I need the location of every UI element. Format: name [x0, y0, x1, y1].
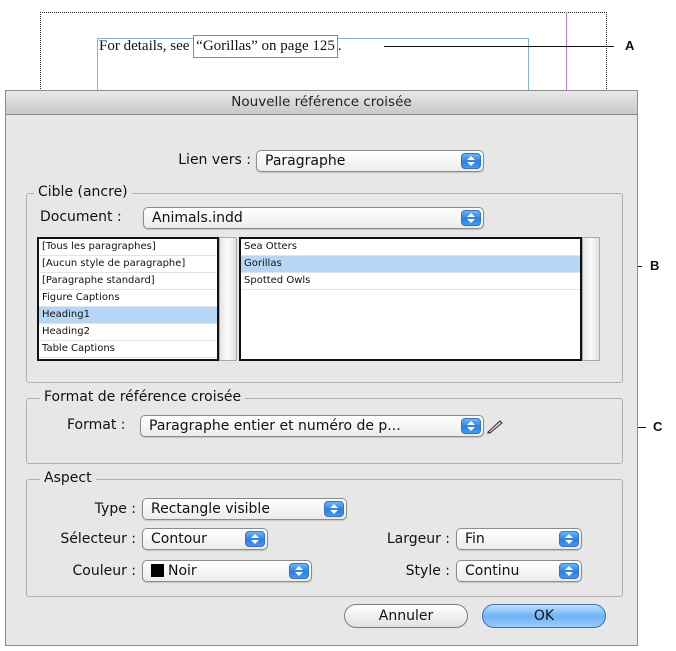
- document-popup[interactable]: Animals.indd: [143, 207, 484, 229]
- list-item[interactable]: [Aucun style de paragraphe]: [39, 256, 217, 273]
- document-preview: For details, see “Gorillas” on page 125.: [0, 0, 676, 133]
- popup-arrows-icon: [559, 531, 579, 547]
- paragraphs-scrollbar[interactable]: [582, 237, 600, 361]
- paragraph-styles-list[interactable]: [Tous les paragraphes] [Aucun style de p…: [37, 237, 219, 361]
- preview-sentence: For details, see “Gorillas” on page 125.: [99, 35, 342, 58]
- cross-reference-source[interactable]: “Gorillas” on page 125: [193, 35, 338, 58]
- dialog-title: Nouvelle référence croisée: [6, 91, 637, 115]
- popup-arrows-icon: [245, 531, 265, 547]
- paragraphs-list[interactable]: Sea Otters Gorillas Spotted Owls: [239, 237, 582, 361]
- format-popup[interactable]: Paragraphe entier et numéro de p...: [140, 415, 484, 437]
- preview-suffix: .: [337, 38, 342, 54]
- list-item[interactable]: Spotted Owls: [241, 273, 580, 290]
- color-label: Couleur :: [72, 563, 136, 579]
- width-label: Largeur :: [386, 531, 450, 547]
- link-to-popup[interactable]: Paragraphe: [256, 150, 484, 172]
- cancel-button[interactable]: Annuler: [344, 604, 468, 628]
- type-value: Rectangle visible: [151, 501, 270, 517]
- popup-arrows-icon: [461, 210, 481, 226]
- width-popup[interactable]: Fin: [456, 528, 582, 550]
- color-swatch: [151, 564, 164, 577]
- list-item[interactable]: [Paragraphe standard]: [39, 273, 217, 290]
- popup-arrows-icon: [559, 563, 579, 579]
- popup-arrows-icon: [324, 501, 344, 517]
- new-cross-reference-dialog: Nouvelle référence croisée Lien vers : P…: [5, 90, 638, 646]
- width-value: Fin: [465, 531, 485, 547]
- link-to-label: Lien vers :: [178, 152, 251, 168]
- margin-guide: [566, 12, 567, 92]
- color-value: Noir: [168, 563, 197, 579]
- type-popup[interactable]: Rectangle visible: [142, 498, 347, 520]
- cross-reference-text: “Gorillas” on page 125: [196, 38, 335, 54]
- list-item-selected[interactable]: Gorillas: [241, 256, 580, 273]
- appearance-group-title: Aspect: [40, 470, 96, 486]
- list-item[interactable]: [Tous les paragraphes]: [39, 239, 217, 256]
- list-item[interactable]: Table Captions: [39, 341, 217, 358]
- callout-c: C: [653, 419, 663, 434]
- style-label: Style :: [405, 563, 450, 579]
- list-item-selected[interactable]: Heading1: [39, 307, 217, 324]
- type-label: Type :: [94, 501, 136, 517]
- callout-a: A: [625, 38, 635, 53]
- target-group-title: Cible (ancre): [34, 184, 132, 200]
- popup-arrows-icon: [289, 563, 309, 579]
- callout-a-line: [384, 46, 614, 47]
- ok-button[interactable]: OK: [482, 604, 606, 628]
- link-to-value: Paragraphe: [265, 153, 346, 169]
- callout-b: B: [650, 258, 660, 273]
- color-popup[interactable]: Noir: [142, 560, 312, 582]
- format-label: Format :: [67, 417, 126, 433]
- style-popup[interactable]: Continu: [456, 560, 582, 582]
- list-item[interactable]: Heading2: [39, 324, 217, 341]
- list-item[interactable]: Sea Otters: [241, 239, 580, 256]
- style-value: Continu: [465, 563, 520, 579]
- edit-format-pencil-icon[interactable]: [485, 417, 505, 435]
- styles-scrollbar[interactable]: [219, 237, 237, 361]
- highlight-popup[interactable]: Contour: [142, 528, 268, 550]
- preview-prefix: For details, see: [99, 38, 194, 54]
- highlight-value: Contour: [151, 531, 207, 547]
- list-item[interactable]: Figure Captions: [39, 290, 217, 307]
- highlight-label: Sélecteur :: [60, 531, 136, 547]
- popup-arrows-icon: [461, 153, 481, 169]
- format-value: Paragraphe entier et numéro de p...: [149, 418, 401, 434]
- document-label: Document :: [40, 209, 122, 225]
- format-group-title: Format de référence croisée: [40, 389, 246, 405]
- document-value: Animals.indd: [152, 210, 243, 226]
- popup-arrows-icon: [461, 418, 481, 434]
